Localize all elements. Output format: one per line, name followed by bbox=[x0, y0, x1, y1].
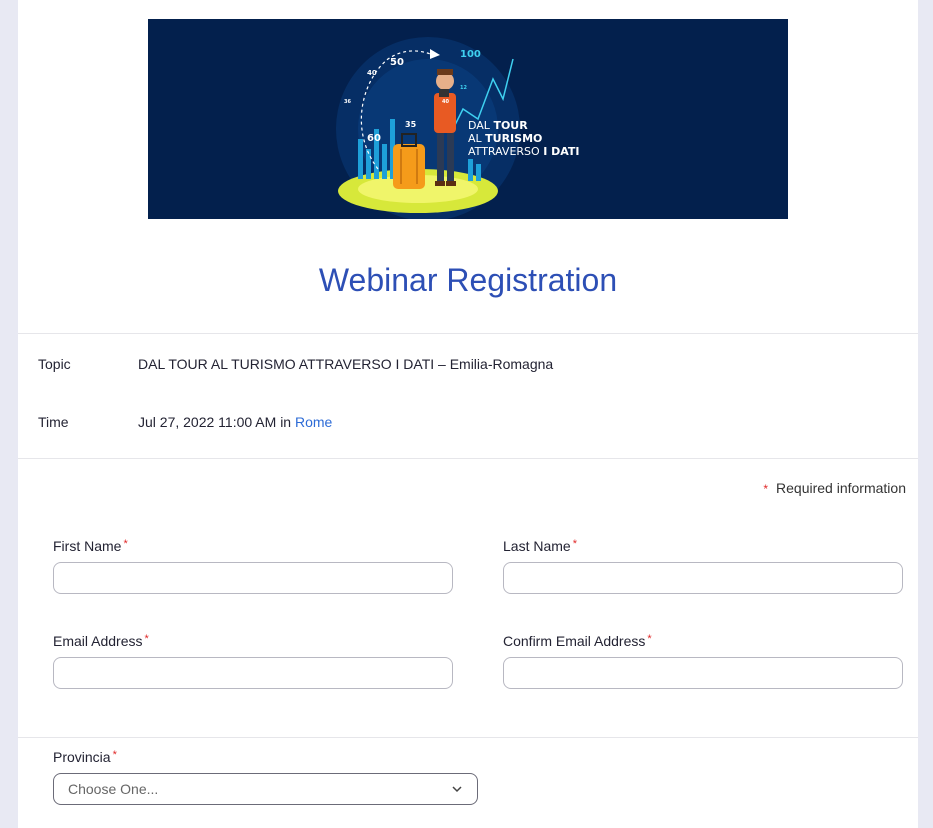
timezone-link[interactable]: Rome bbox=[295, 414, 332, 430]
required-star: * bbox=[123, 538, 128, 550]
registration-card: 50 100 40 36 35 40 12 60 DAL TOUR AL TUR… bbox=[18, 0, 918, 828]
confirm-email-label: Confirm Email Address * bbox=[503, 633, 652, 649]
first-name-label: First Name * bbox=[53, 538, 128, 554]
email-label: Email Address * bbox=[53, 633, 149, 649]
required-info-note: * Required information bbox=[763, 480, 906, 496]
banner-number: 12 bbox=[460, 85, 467, 91]
required-star: * bbox=[647, 633, 652, 645]
banner-number: 60 bbox=[367, 133, 381, 144]
banner-tagline: DAL TOUR AL TURISMO ATTRAVERSO I DATI bbox=[468, 119, 580, 158]
banner-number: 35 bbox=[405, 120, 417, 129]
topic-label: Topic bbox=[38, 356, 71, 372]
page-title: Webinar Registration bbox=[318, 262, 618, 298]
banner-number: 40 bbox=[442, 99, 449, 105]
webinar-banner: 50 100 40 36 35 40 12 60 DAL TOUR AL TUR… bbox=[148, 19, 788, 219]
email-input[interactable] bbox=[53, 657, 453, 689]
required-star: * bbox=[763, 482, 769, 496]
banner-number: 100 bbox=[460, 49, 481, 60]
provincia-selected-value: Choose One... bbox=[68, 781, 159, 797]
required-info-text: Required information bbox=[776, 480, 906, 496]
time-datetime: Jul 27, 2022 11:00 AM bbox=[138, 414, 277, 430]
last-name-label: Last Name * bbox=[503, 538, 577, 554]
provincia-label: Provincia * bbox=[53, 749, 117, 765]
banner-number: 36 bbox=[344, 99, 351, 105]
time-value: Jul 27, 2022 11:00 AM in Rome bbox=[138, 414, 332, 430]
time-label: Time bbox=[38, 414, 69, 430]
required-star: * bbox=[112, 749, 117, 761]
confirm-email-input[interactable] bbox=[503, 657, 903, 689]
first-name-input[interactable] bbox=[53, 562, 453, 594]
divider bbox=[18, 458, 918, 459]
banner-number: 50 bbox=[390, 57, 404, 68]
divider bbox=[18, 737, 918, 738]
required-star: * bbox=[572, 538, 577, 550]
divider bbox=[18, 333, 918, 334]
banner-number: 40 bbox=[367, 69, 377, 77]
required-star: * bbox=[144, 633, 149, 645]
time-in: in bbox=[280, 414, 292, 430]
provincia-select[interactable]: Choose One... bbox=[53, 773, 478, 805]
topic-value: DAL TOUR AL TURISMO ATTRAVERSO I DATI – … bbox=[138, 356, 554, 372]
chevron-down-icon bbox=[452, 786, 462, 793]
last-name-input[interactable] bbox=[503, 562, 903, 594]
